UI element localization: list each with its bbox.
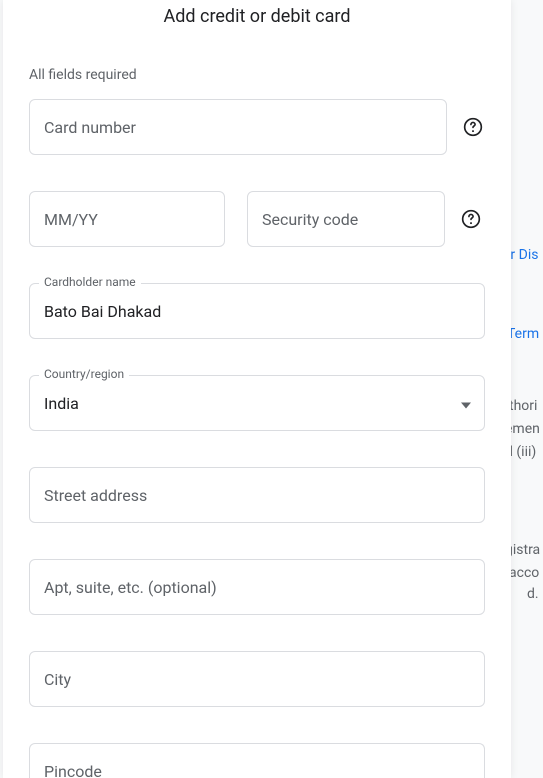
security-code-input[interactable]	[247, 191, 445, 247]
expiry-input[interactable]	[29, 191, 225, 247]
help-circle-icon	[461, 209, 481, 229]
bg-fragment: thori	[509, 395, 537, 419]
cardholder-name-label: Cardholder name	[39, 275, 141, 289]
modal-title: Add credit or debit card	[29, 6, 485, 27]
street-address-input[interactable]	[29, 467, 485, 523]
pincode-input[interactable]	[29, 743, 485, 778]
security-code-help-icon[interactable]	[461, 209, 481, 229]
bg-fragment: d.	[527, 583, 539, 607]
country-region-label: Country/region	[39, 367, 129, 381]
bg-fragment: Term	[507, 323, 539, 347]
city-input[interactable]	[29, 651, 485, 707]
country-region-select[interactable]	[29, 375, 485, 431]
cardholder-name-input[interactable]	[29, 283, 485, 339]
card-number-input[interactable]	[29, 99, 447, 155]
add-card-modal: Add credit or debit card All fields requ…	[3, 0, 511, 778]
required-fields-note: All fields required	[29, 67, 485, 83]
apt-suite-input[interactable]	[29, 559, 485, 615]
help-circle-icon	[463, 117, 483, 137]
card-number-help-icon[interactable]	[463, 117, 483, 137]
